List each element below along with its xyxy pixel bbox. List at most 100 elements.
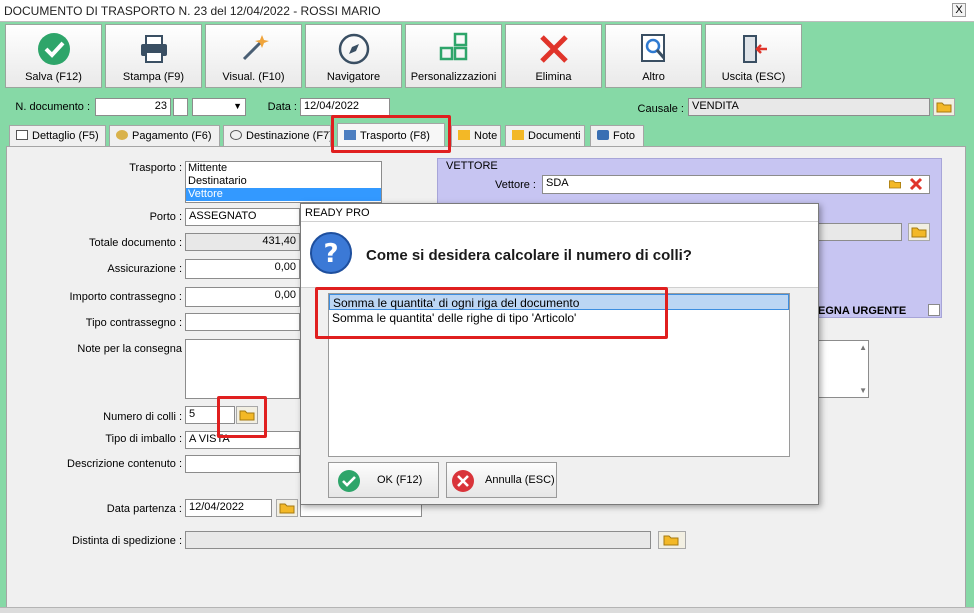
causale-folder-button[interactable] bbox=[933, 98, 955, 116]
dialog-header: ? Come si desidera calcolare il numero d… bbox=[301, 222, 818, 288]
assicurazione-field[interactable]: 0,00 bbox=[185, 259, 300, 279]
customize-button[interactable]: Personalizzazioni bbox=[405, 24, 502, 88]
doc-number-label: N. documento : bbox=[15, 101, 90, 113]
more-label: Altro bbox=[642, 71, 665, 83]
table-icon bbox=[16, 130, 28, 140]
navigator-label: Navigatore bbox=[326, 71, 381, 83]
distinta-folder-button[interactable] bbox=[658, 531, 686, 549]
tab-documenti-label: Documenti bbox=[528, 130, 581, 142]
date-field[interactable]: 12/04/2022 bbox=[300, 98, 390, 116]
causale-label: Causale : bbox=[637, 103, 684, 115]
list-item[interactable]: Vettore bbox=[186, 188, 381, 201]
doc-number-field[interactable]: 23 bbox=[95, 98, 171, 116]
colli-button-highlight bbox=[217, 396, 267, 438]
list-item[interactable]: Destinatario bbox=[186, 175, 381, 188]
trasporto-label: Trasporto : bbox=[129, 162, 182, 174]
tab-dettaglio-label: Dettaglio (F5) bbox=[32, 130, 99, 142]
tab-foto-label: Foto bbox=[613, 130, 636, 142]
distinta-field[interactable] bbox=[185, 531, 651, 549]
folder-icon bbox=[911, 227, 927, 238]
consegna-urgente-checkbox[interactable] bbox=[928, 304, 940, 316]
more-button[interactable]: Altro bbox=[605, 24, 702, 88]
tab-note[interactable]: Note bbox=[451, 125, 501, 147]
vettore-extra-folder-button[interactable] bbox=[908, 223, 930, 241]
tab-dettaglio[interactable]: Dettaglio (F5) bbox=[9, 125, 106, 147]
tab-pagamento[interactable]: Pagamento (F6) bbox=[109, 125, 220, 147]
contrassegno-label: Importo contrassegno : bbox=[69, 291, 182, 303]
window-title: DOCUMENTO DI TRASPORTO N. 23 del 12/04/2… bbox=[4, 4, 381, 18]
consegna-urgente-label: EGNA URGENTE bbox=[818, 305, 907, 317]
dialog-question: Come si desidera calcolare il numero di … bbox=[366, 247, 692, 264]
tab-note-label: Note bbox=[474, 130, 498, 142]
grid-icon bbox=[439, 32, 468, 61]
cancel-button[interactable]: Annulla (ESC) bbox=[446, 462, 557, 498]
print-button[interactable]: Stampa (F9) bbox=[105, 24, 202, 88]
porto-label: Porto : bbox=[149, 211, 182, 223]
tab-foto[interactable]: Foto bbox=[590, 125, 644, 147]
data-partenza-field[interactable]: 12/04/2022 bbox=[185, 499, 272, 517]
tab-trasporto-highlight bbox=[331, 115, 451, 153]
note-field[interactable] bbox=[185, 339, 300, 399]
colli-label: Numero di colli : bbox=[103, 411, 182, 423]
scroll-up-icon[interactable]: ▲ bbox=[859, 343, 867, 352]
tipo-contrassegno-label: Tipo contrassegno : bbox=[85, 317, 182, 329]
tab-destinazione-label: Destinazione (F7) bbox=[246, 130, 331, 142]
navigator-button[interactable]: Navigatore bbox=[305, 24, 402, 88]
svg-text:?: ? bbox=[323, 239, 338, 269]
close-button[interactable]: X bbox=[952, 3, 966, 17]
folder-icon[interactable] bbox=[887, 177, 903, 191]
question-icon: ? bbox=[310, 232, 352, 274]
magic-wand-icon bbox=[242, 35, 269, 61]
folder-icon bbox=[512, 130, 524, 140]
data-partenza-folder-button[interactable] bbox=[276, 499, 298, 517]
date-label: Data : bbox=[267, 101, 297, 113]
check-icon bbox=[38, 33, 70, 65]
delete-x-icon bbox=[540, 35, 568, 63]
delete-button[interactable]: Elimina bbox=[505, 24, 602, 88]
globe-icon bbox=[230, 130, 242, 140]
doc-suffix-field[interactable] bbox=[173, 98, 188, 116]
print-label: Stampa (F9) bbox=[122, 71, 185, 83]
cancel-icon bbox=[452, 470, 474, 492]
exit-door-icon bbox=[743, 35, 767, 63]
data-partenza-label: Data partenza : bbox=[106, 503, 182, 515]
title-bar: DOCUMENTO DI TRASPORTO N. 23 del 12/04/2… bbox=[0, 0, 974, 22]
distinta-label: Distinta di spedizione : bbox=[71, 535, 182, 547]
tab-destinazione[interactable]: Destinazione (F7) bbox=[223, 125, 331, 147]
folder-icon bbox=[936, 102, 952, 113]
vettore-field[interactable]: SDA bbox=[542, 175, 930, 194]
porto-field[interactable]: ASSEGNATO bbox=[185, 208, 300, 226]
exit-button[interactable]: Uscita (ESC) bbox=[705, 24, 802, 88]
list-item[interactable]: Mittente bbox=[186, 162, 381, 175]
folder-icon bbox=[458, 130, 470, 140]
vettore-label: Vettore : bbox=[495, 179, 536, 191]
note-label: Note per la consegna bbox=[77, 343, 182, 355]
causale-field[interactable]: VENDITA bbox=[688, 98, 930, 116]
compass-icon bbox=[338, 33, 370, 65]
tab-documenti[interactable]: Documenti bbox=[505, 125, 585, 147]
calc-colli-dialog: READY PRO ? Come si desidera calcolare i… bbox=[300, 203, 819, 505]
tipo-contrassegno-field[interactable] bbox=[185, 313, 300, 331]
preview-button[interactable]: Visual. (F10) bbox=[205, 24, 302, 88]
note-extra-textarea[interactable]: ▲ ▼ bbox=[818, 340, 869, 398]
totale-label: Totale documento : bbox=[89, 237, 182, 249]
descrizione-field[interactable] bbox=[185, 455, 300, 473]
scroll-down-icon[interactable]: ▼ bbox=[859, 386, 867, 395]
ok-label: OK (F12) bbox=[377, 474, 423, 486]
cancel-label: Annulla (ESC) bbox=[485, 474, 555, 486]
trasporto-list[interactable]: Mittente Destinatario Vettore bbox=[185, 161, 382, 203]
preview-label: Visual. (F10) bbox=[222, 71, 285, 83]
delete-label: Elimina bbox=[535, 71, 572, 83]
vettore-extra-field[interactable] bbox=[818, 223, 902, 241]
customize-label: Personalizzazioni bbox=[410, 71, 497, 83]
ok-button[interactable]: OK (F12) bbox=[328, 462, 439, 498]
doc-series-select[interactable]: ▼ bbox=[192, 98, 246, 116]
clear-x-icon[interactable] bbox=[909, 177, 923, 191]
save-button[interactable]: Salva (F12) bbox=[5, 24, 102, 88]
dialog-options-highlight bbox=[315, 287, 668, 339]
check-icon bbox=[338, 470, 360, 492]
contrassegno-field[interactable]: 0,00 bbox=[185, 287, 300, 307]
vettore-group-label: VETTORE bbox=[446, 160, 498, 172]
magnifier-icon bbox=[641, 34, 666, 62]
vettore-value: SDA bbox=[546, 177, 569, 189]
